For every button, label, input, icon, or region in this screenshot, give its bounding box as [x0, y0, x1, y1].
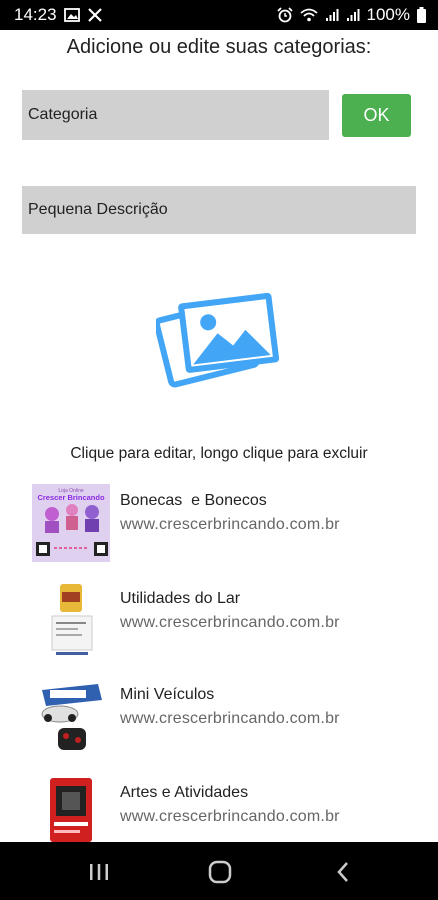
- category-subtitle: www.crescerbrincando.com.br: [120, 614, 340, 631]
- category-subtitle: www.crescerbrincando.com.br: [120, 710, 340, 727]
- category-thumbnail: [32, 582, 110, 664]
- page-title: Adicione ou edite suas categorias:: [66, 36, 372, 58]
- ok-button[interactable]: OK: [342, 94, 411, 137]
- category-placeholder: Categoria: [28, 106, 98, 123]
- wifi-icon: [299, 8, 318, 22]
- category-subtitle: www.crescerbrincando.com.br: [120, 516, 340, 533]
- image-notification-icon: [63, 8, 80, 22]
- category-title: Bonecas e Bonecos: [120, 492, 267, 509]
- signal-icon: [346, 8, 360, 22]
- recent-apps-icon[interactable]: [84, 858, 114, 886]
- category-title: Mini Veículos: [120, 686, 215, 703]
- category-input[interactable]: Categoria: [22, 90, 329, 140]
- hint-text: Clique para editar, longo clique para ex…: [70, 445, 368, 462]
- image-gallery-icon[interactable]: [153, 288, 282, 388]
- list-item[interactable]: Mini Veículos www.crescerbrincando.com.b…: [0, 678, 438, 764]
- status-bar: 14:23 100%: [0, 0, 438, 30]
- category-thumbnail: Loja Online Crescer Brincando: [32, 484, 110, 566]
- battery-icon: [417, 7, 426, 23]
- home-icon[interactable]: [205, 858, 235, 886]
- tools-notification-icon: [87, 7, 103, 23]
- back-icon[interactable]: [328, 858, 358, 886]
- thumb-brand-text: Crescer Brincando: [37, 493, 105, 502]
- alarm-icon: [276, 7, 293, 23]
- category-thumbnail: [32, 678, 110, 760]
- description-input[interactable]: Pequena Descrição: [22, 186, 416, 234]
- list-item[interactable]: Loja Online Crescer Brincando Bonecas e …: [0, 484, 438, 570]
- category-subtitle: www.crescerbrincando.com.br: [120, 808, 340, 825]
- category-title: Utilidades do Lar: [120, 590, 241, 607]
- list-item[interactable]: Utilidades do Lar www.crescerbrincando.c…: [0, 582, 438, 668]
- navigation-bar: [0, 842, 438, 900]
- battery-percent: 100%: [366, 5, 410, 24]
- category-title: Artes e Atividades: [120, 784, 249, 801]
- signal-icon: [325, 8, 339, 22]
- description-placeholder: Pequena Descrição: [28, 201, 168, 218]
- status-time: 14:23: [14, 5, 57, 24]
